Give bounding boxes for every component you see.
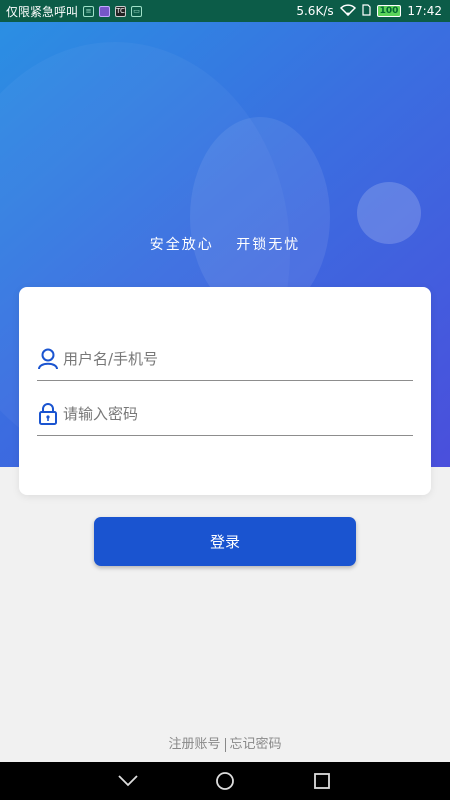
account-links: 注册账号 忘记密码 bbox=[0, 733, 450, 752]
forgot-password-link[interactable]: 忘记密码 bbox=[230, 737, 282, 752]
recents-button[interactable] bbox=[302, 766, 342, 796]
username-input[interactable] bbox=[63, 349, 383, 368]
clock: 17:42 bbox=[407, 4, 442, 18]
app-notification-icon: TC bbox=[115, 5, 127, 17]
home-button[interactable] bbox=[205, 766, 245, 796]
home-circle-icon bbox=[216, 772, 234, 790]
username-field[interactable] bbox=[37, 337, 413, 381]
password-input[interactable] bbox=[63, 404, 383, 423]
back-button[interactable] bbox=[108, 766, 148, 796]
slogan: 安全放心 开锁无忧 bbox=[0, 234, 450, 254]
status-left: 仅限紧急呼叫 ≡ TC ▭ bbox=[6, 3, 143, 20]
system-nav-bar bbox=[0, 762, 450, 800]
password-field[interactable] bbox=[37, 392, 413, 436]
recents-square-icon bbox=[313, 773, 330, 789]
login-card bbox=[19, 287, 431, 495]
lock-icon bbox=[37, 401, 59, 427]
wifi-icon bbox=[339, 3, 356, 19]
user-icon bbox=[37, 346, 59, 372]
link-divider bbox=[224, 737, 226, 752]
app-notification-icon bbox=[99, 5, 111, 17]
register-link[interactable]: 注册账号 bbox=[168, 737, 220, 752]
status-right: 5.6K/s 100 17:42 bbox=[296, 3, 442, 19]
status-bar: 仅限紧急呼叫 ≡ TC ▭ 5.6K/s 100 17:42 bbox=[0, 0, 450, 22]
app-notification-icon: ▭ bbox=[131, 5, 143, 17]
back-chevron-icon bbox=[118, 775, 138, 787]
battery-icon: 100 bbox=[376, 5, 402, 17]
sim-icon bbox=[362, 3, 371, 19]
login-button[interactable]: 登录 bbox=[94, 517, 356, 566]
network-speed: 5.6K/s bbox=[296, 4, 334, 18]
carrier-text: 仅限紧急呼叫 bbox=[6, 4, 79, 19]
slogan-part2: 开锁无忧 bbox=[236, 237, 301, 253]
app-notification-icon: ≡ bbox=[83, 5, 95, 17]
slogan-part1: 安全放心 bbox=[149, 237, 214, 253]
